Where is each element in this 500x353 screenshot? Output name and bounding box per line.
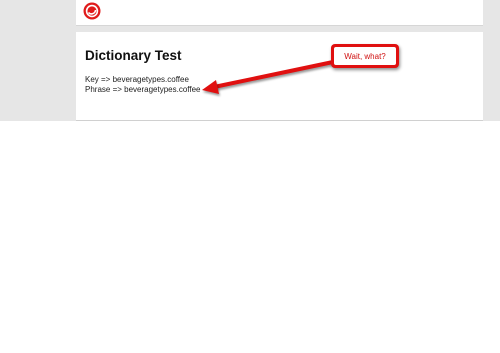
annotation-arrow-icon	[202, 60, 335, 94]
header-bar	[76, 0, 483, 26]
phrase-line: Phrase => beveragetypes.coffee	[85, 85, 201, 94]
page-title: Dictionary Test	[85, 48, 182, 63]
key-line: Key => beveragetypes.coffee	[85, 75, 189, 84]
callout-text: Wait, what?	[334, 47, 396, 65]
logo-icon[interactable]	[83, 2, 101, 20]
annotation-callout: Wait, what?	[331, 44, 399, 68]
